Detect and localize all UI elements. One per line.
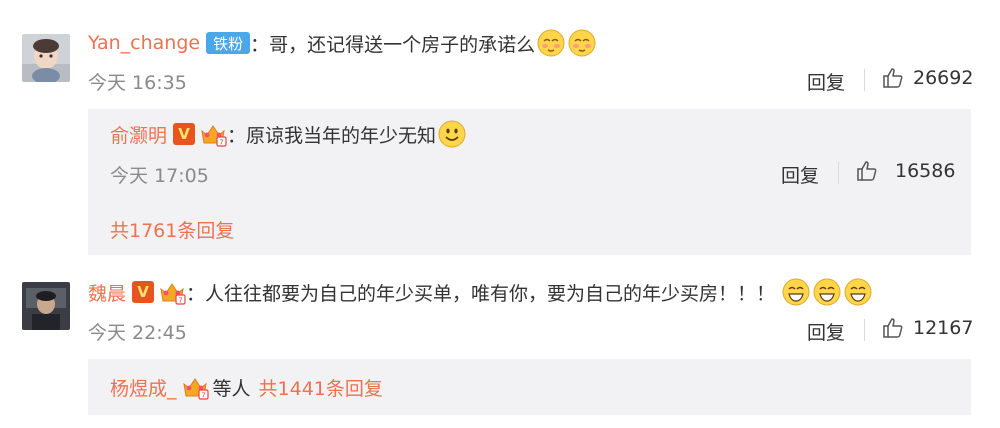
crown-icon[interactable]: 7	[181, 374, 209, 400]
like-count: 26692	[913, 67, 974, 89]
fan-badge[interactable]: 铁粉	[206, 32, 251, 54]
like-count: 16586	[895, 160, 956, 182]
avatar[interactable]	[22, 34, 70, 82]
like-button[interactable]: 26692	[881, 66, 973, 90]
action-divider	[864, 69, 865, 91]
reply-button[interactable]: 回复	[807, 318, 845, 345]
reply-summary: 杨煜成_ 7 等人 共1441条回复	[110, 373, 383, 401]
colon: ：	[250, 33, 270, 56]
vip-icon[interactable]: V	[173, 123, 196, 145]
username-link[interactable]: 俞灏明	[110, 121, 167, 148]
smile-emoji-icon	[437, 119, 467, 149]
reply-header: 俞灏明 V 7 ： 原谅我当年的年少无知	[110, 120, 467, 148]
like-button[interactable]: 16586	[855, 159, 955, 183]
avatar[interactable]	[22, 282, 70, 330]
comment-time: 今天 22:45	[88, 322, 187, 344]
like-button[interactable]: 12167	[881, 316, 973, 340]
comment-text: 人往往都要为自己的年少买单，唯有你，要为自己的年少买房！！！	[205, 282, 776, 305]
reply-text: 原谅我当年的年少无知	[246, 124, 437, 147]
thumbs-up-icon	[855, 159, 879, 183]
shy-emoji-icon	[536, 28, 566, 58]
grin-emoji-icon	[781, 277, 811, 307]
others-label: 等人	[212, 377, 251, 400]
comment-header: Yan_change 铁粉 ： 哥，还记得送一个房子的承诺么	[88, 29, 597, 57]
svg-text:7: 7	[201, 392, 205, 400]
grin-emoji-icon	[812, 277, 842, 307]
action-divider	[838, 162, 839, 184]
thumbs-up-icon	[881, 66, 905, 90]
svg-text:7: 7	[178, 297, 182, 305]
username-link[interactable]: 杨煜成_	[110, 374, 177, 401]
reply-time: 今天 17:05	[110, 165, 209, 187]
crown-icon[interactable]: 7	[158, 279, 186, 305]
reply-button[interactable]: 回复	[807, 68, 845, 95]
colon: ：	[227, 124, 247, 147]
comment-text: 哥，还记得送一个房子的承诺么	[269, 33, 536, 56]
grin-emoji-icon	[843, 277, 873, 307]
comment-header: 魏晨 V 7 ： 人往往都要为自己的年少买单，唯有你，要为自己的年少买房！！！	[88, 278, 873, 306]
comment-time: 今天 16:35	[88, 72, 187, 94]
action-divider	[864, 319, 865, 341]
svg-text:7: 7	[219, 139, 223, 147]
more-replies-link[interactable]: 共1761条回复	[110, 216, 234, 243]
username-link[interactable]: Yan_change	[88, 32, 200, 54]
colon: ：	[186, 282, 206, 305]
shy-emoji-icon	[567, 28, 597, 58]
thumbs-up-icon	[881, 316, 905, 340]
crown-icon[interactable]: 7	[199, 121, 227, 147]
like-count: 12167	[913, 317, 974, 339]
reply-count-link[interactable]: 共1441条回复	[259, 374, 383, 401]
reply-button[interactable]: 回复	[781, 161, 819, 188]
vip-icon[interactable]: V	[132, 281, 155, 303]
username-link[interactable]: 魏晨	[88, 279, 126, 306]
